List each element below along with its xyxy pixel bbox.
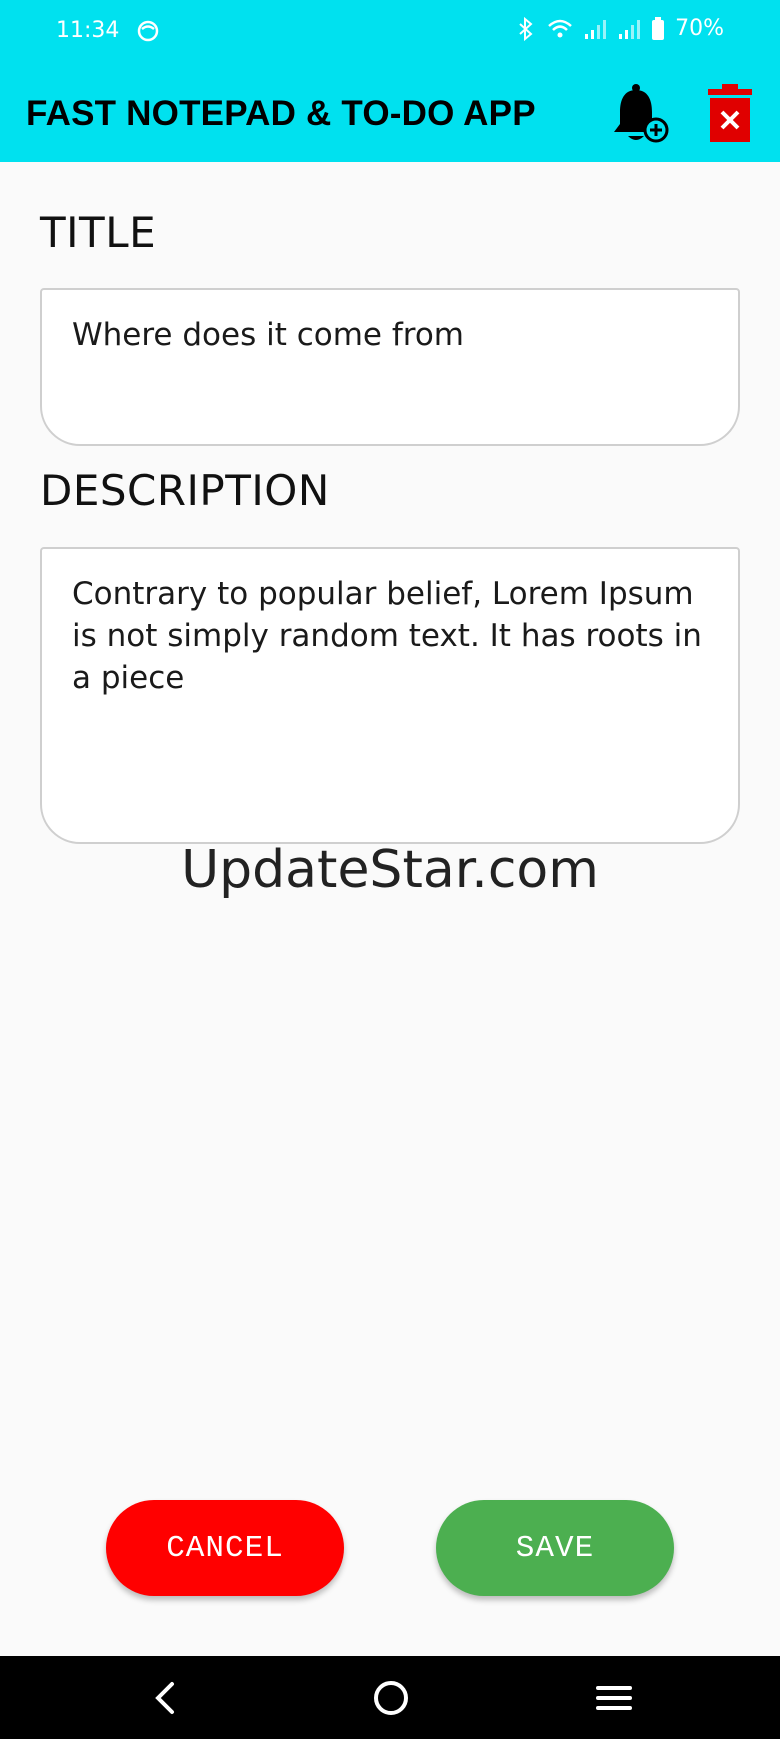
bluetooth-icon bbox=[515, 16, 537, 41]
cancel-button[interactable]: CANCEL bbox=[106, 1500, 344, 1596]
home-icon bbox=[374, 1681, 408, 1715]
recent-apps-icon bbox=[596, 1686, 632, 1710]
notification-app-icon bbox=[137, 20, 159, 42]
save-button[interactable]: SAVE bbox=[436, 1500, 674, 1596]
signal-icon bbox=[617, 18, 641, 40]
app-title: FAST NOTEPAD & TO-DO APP bbox=[26, 94, 536, 133]
status-time: 11:34 bbox=[56, 18, 120, 43]
recent-apps-button[interactable] bbox=[584, 1672, 644, 1724]
navigation-bar bbox=[0, 1656, 780, 1739]
status-bar: 11:34 70% bbox=[0, 0, 780, 64]
delete-trash-icon bbox=[708, 84, 752, 142]
back-icon bbox=[155, 1682, 174, 1714]
description-input[interactable]: Contrary to popular belief, Lorem Ipsum … bbox=[40, 547, 740, 844]
add-reminder-button[interactable] bbox=[612, 82, 672, 146]
battery-percent: 70% bbox=[675, 16, 724, 41]
wifi-icon bbox=[547, 18, 573, 40]
watermark: UpdateStar.com bbox=[181, 840, 599, 900]
home-button[interactable] bbox=[361, 1672, 421, 1724]
signal-icon bbox=[583, 18, 607, 40]
description-label: DESCRIPTION bbox=[40, 466, 330, 515]
delete-button[interactable] bbox=[706, 84, 754, 142]
title-label: TITLE bbox=[40, 208, 157, 257]
battery-icon bbox=[651, 16, 665, 41]
status-icons: 70% bbox=[515, 16, 724, 41]
add-reminder-bell-icon bbox=[614, 84, 669, 143]
title-input[interactable]: Where does it come from bbox=[40, 288, 740, 446]
app-header: 11:34 70% FAST NOTEPAD & TO-DO APP bbox=[0, 0, 780, 162]
back-button[interactable] bbox=[135, 1672, 195, 1724]
